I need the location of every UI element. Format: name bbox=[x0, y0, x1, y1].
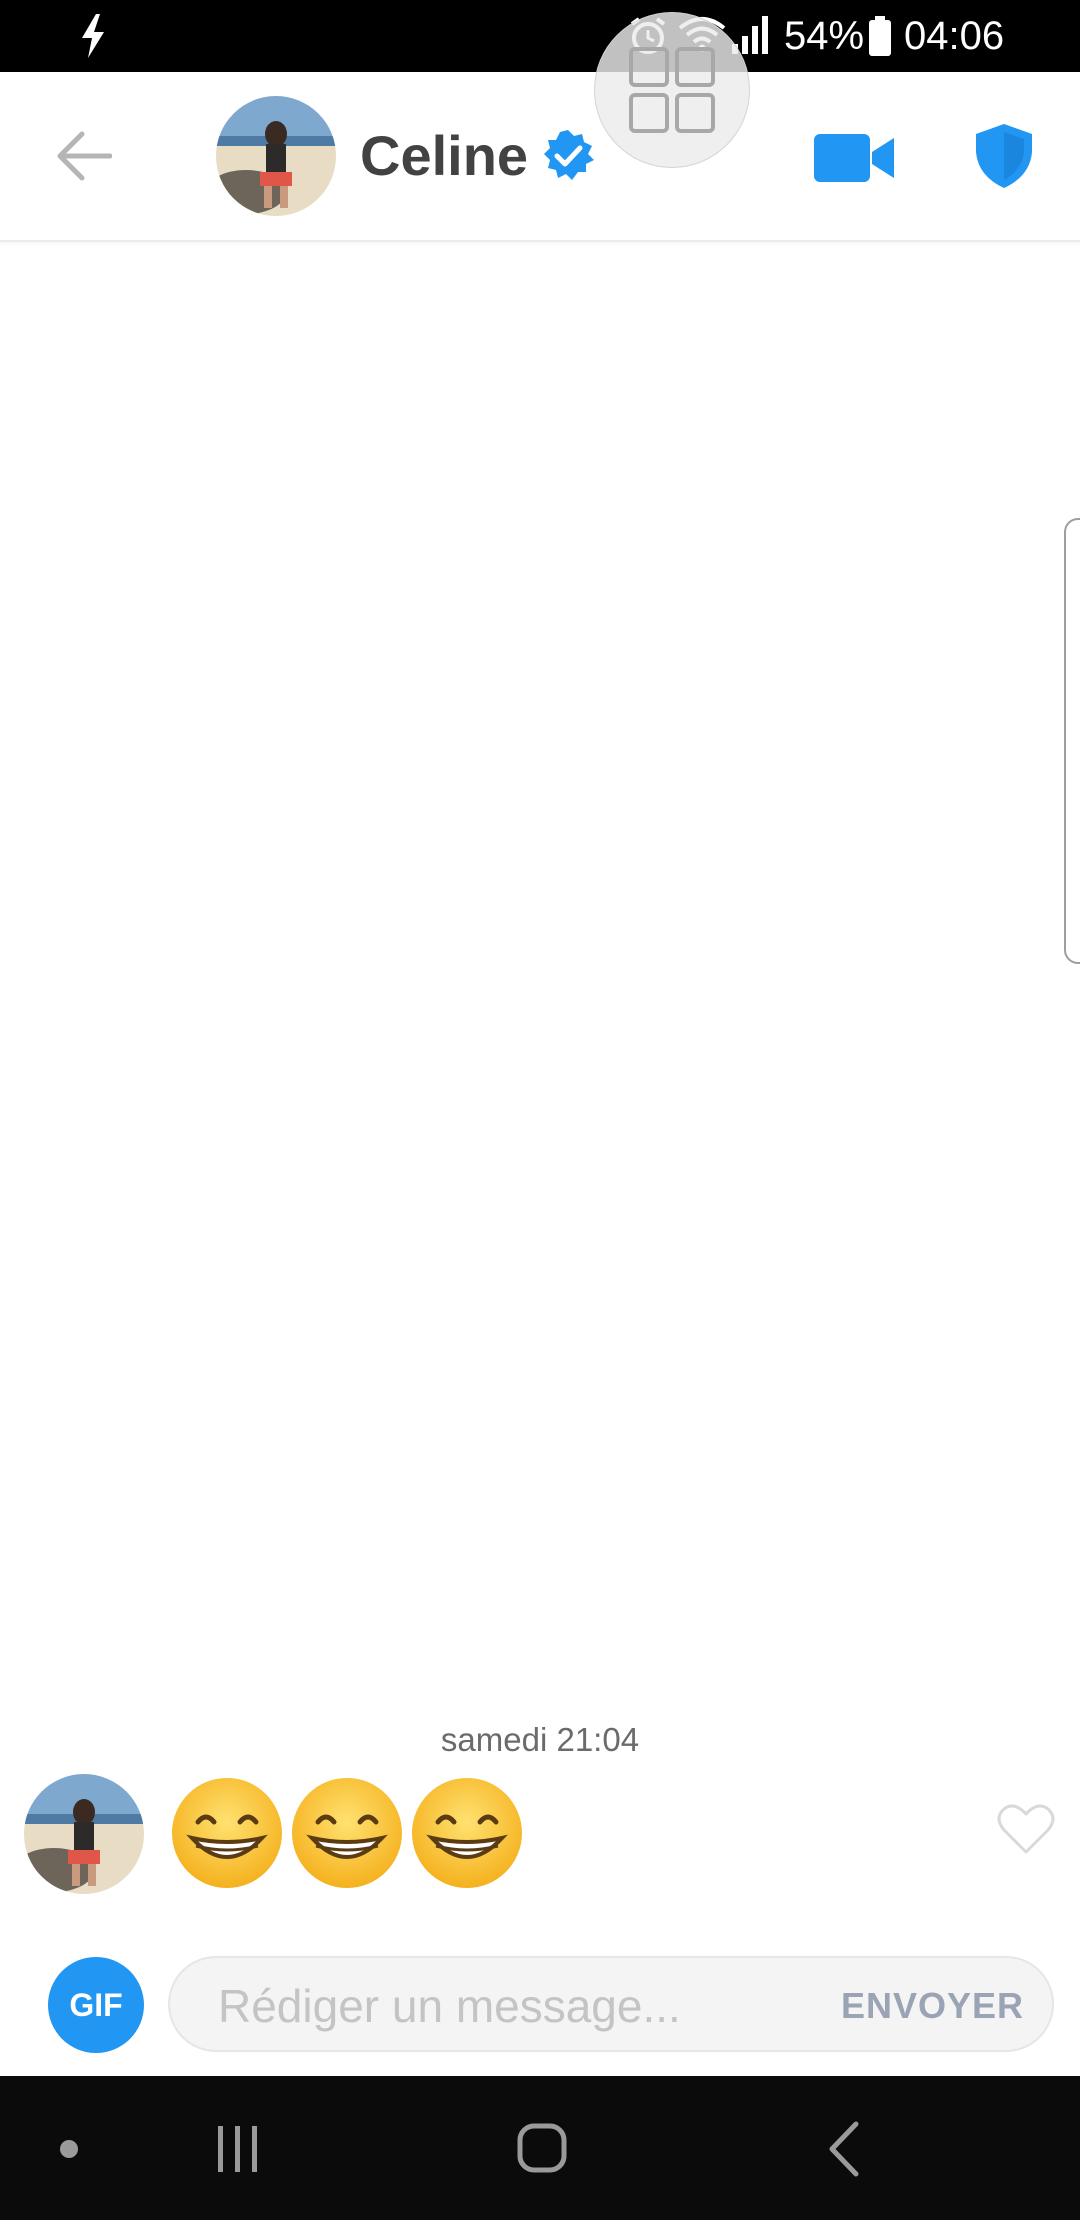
grinning-face-icon bbox=[172, 1778, 282, 1888]
avatar-photo bbox=[24, 1774, 144, 1894]
grinning-face-icon bbox=[412, 1778, 522, 1888]
send-button[interactable]: ENVOYER bbox=[841, 1984, 1024, 2028]
shield-icon[interactable] bbox=[976, 124, 1032, 188]
floating-overlay-button[interactable] bbox=[594, 12, 750, 168]
message-input[interactable]: Rédiger un message... ENVOYER bbox=[168, 1956, 1054, 2052]
battery-percent: 54% bbox=[784, 14, 865, 58]
grinning-face-icon bbox=[292, 1778, 402, 1888]
contact-name[interactable]: Celine bbox=[360, 120, 528, 192]
recents-icon[interactable] bbox=[214, 2124, 262, 2174]
chat-header: Celine bbox=[0, 72, 1080, 242]
back-arrow-icon[interactable] bbox=[56, 130, 112, 182]
status-bar: 54% 04:06 bbox=[0, 0, 1080, 72]
edge-panel-handle[interactable] bbox=[1064, 518, 1080, 964]
video-camera-icon[interactable] bbox=[814, 132, 896, 184]
charging-bolt-icon bbox=[82, 14, 104, 58]
dot-icon[interactable] bbox=[60, 2140, 78, 2158]
message-bubble-emoji[interactable] bbox=[170, 1776, 524, 1896]
gif-button[interactable]: GIF bbox=[48, 1957, 144, 2053]
status-time: 04:06 bbox=[904, 14, 1005, 58]
message-sender-avatar[interactable] bbox=[24, 1774, 144, 1894]
grid-icon bbox=[629, 47, 715, 133]
battery-icon bbox=[869, 16, 891, 56]
home-icon[interactable] bbox=[516, 2122, 568, 2174]
avatar-photo bbox=[216, 96, 336, 216]
nav-back-icon[interactable] bbox=[826, 2120, 860, 2178]
verified-badge-icon bbox=[544, 130, 594, 180]
contact-avatar[interactable] bbox=[216, 96, 336, 216]
message-timestamp: samedi 21:04 bbox=[440, 1721, 640, 1758]
like-heart-icon[interactable] bbox=[996, 1802, 1056, 1856]
system-nav-bar bbox=[0, 2076, 1080, 2220]
message-placeholder: Rédiger un message... bbox=[218, 1980, 681, 2032]
